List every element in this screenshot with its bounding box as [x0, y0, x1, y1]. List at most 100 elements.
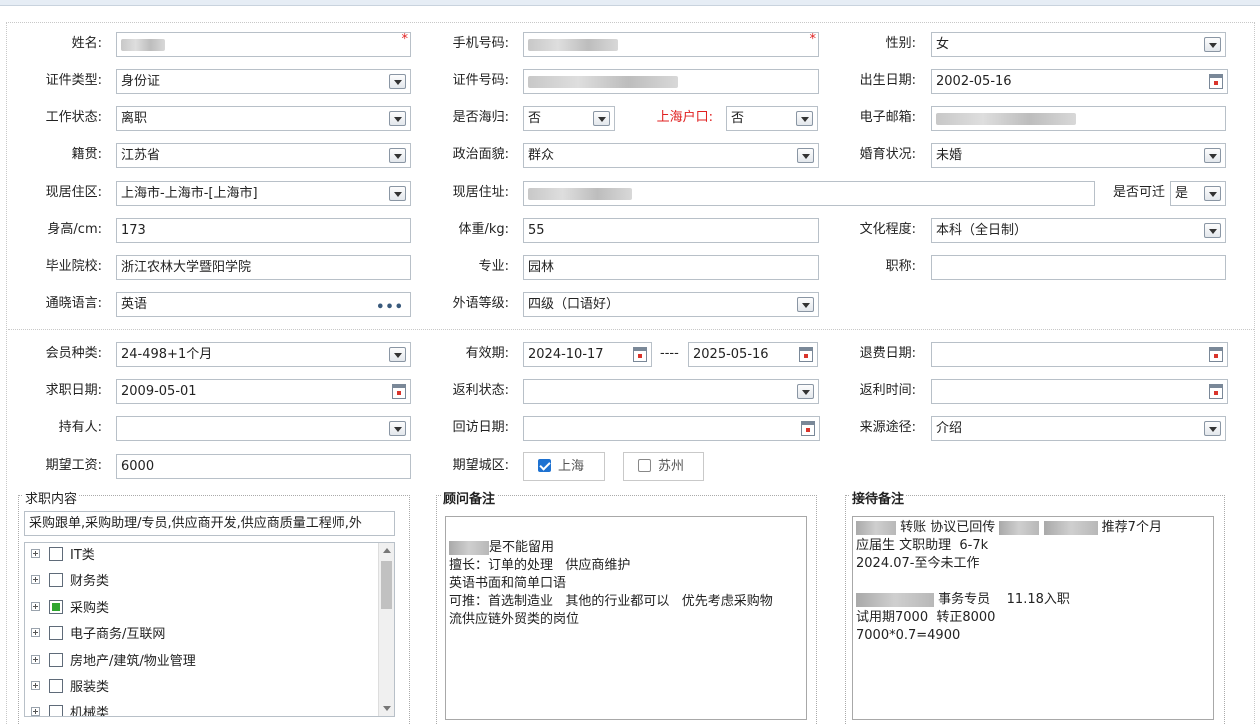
language-level-select[interactable]: 四级（口语好）: [523, 292, 819, 317]
chevron-down-icon[interactable]: [1204, 421, 1221, 436]
valid-to-field[interactable]: 2025-05-16: [688, 342, 818, 367]
date-range-separator: ----: [660, 346, 679, 361]
calendar-icon[interactable]: [392, 384, 406, 399]
gender-select[interactable]: 女: [931, 32, 1226, 57]
title-field[interactable]: [931, 255, 1226, 280]
checkbox-unchecked-icon[interactable]: [49, 679, 63, 693]
chevron-down-icon[interactable]: [797, 297, 814, 312]
chevron-down-icon[interactable]: [797, 148, 814, 163]
expand-icon[interactable]: [31, 575, 40, 584]
checkbox-unchecked-icon[interactable]: [638, 459, 651, 472]
calendar-icon[interactable]: [799, 347, 813, 362]
rebate-status-select[interactable]: [523, 379, 819, 404]
more-dots-icon[interactable]: •••: [376, 296, 404, 316]
redacted-text: [528, 38, 618, 51]
work-status-select[interactable]: 离职: [116, 106, 411, 131]
tree-item-apparel[interactable]: 服装类: [31, 679, 109, 697]
holder-select[interactable]: [116, 416, 411, 441]
expand-icon[interactable]: [31, 707, 40, 716]
reception-note-line: 2024.07-至今未工作: [856, 556, 980, 571]
relocate-select[interactable]: 是: [1170, 181, 1226, 206]
chevron-down-icon[interactable]: [1204, 223, 1221, 238]
tree-item-realestate[interactable]: 房地产/建筑/物业管理: [31, 653, 196, 671]
calendar-icon[interactable]: [1209, 74, 1223, 89]
checkbox-partial-icon[interactable]: [49, 600, 63, 614]
job-date-field[interactable]: 2009-05-01: [116, 379, 411, 404]
native-place-select[interactable]: 江苏省: [116, 143, 411, 168]
source-select[interactable]: 介绍: [931, 416, 1226, 441]
height-field[interactable]: 173: [116, 218, 411, 243]
rebate-time-field[interactable]: [931, 379, 1228, 404]
chevron-down-icon[interactable]: [1204, 37, 1221, 52]
residence-area-select[interactable]: 上海市-上海市-[上海市]: [116, 181, 411, 206]
checkbox-unchecked-icon[interactable]: [49, 626, 63, 640]
visit-date-field[interactable]: [523, 416, 820, 441]
city-option-shanghai[interactable]: 上海: [523, 452, 605, 481]
chevron-down-icon[interactable]: [1204, 186, 1221, 201]
tree-item-machinery[interactable]: 机械类: [31, 705, 109, 716]
chevron-down-icon[interactable]: [593, 111, 610, 126]
chevron-down-icon[interactable]: [796, 111, 813, 126]
reception-note-line: 转账 协议已回传: [896, 520, 1000, 535]
expand-icon[interactable]: [31, 655, 40, 664]
school-field[interactable]: 浙江农林大学暨阳学院: [116, 255, 411, 280]
chevron-down-icon[interactable]: [389, 421, 406, 436]
returnee-select[interactable]: 否: [523, 106, 615, 131]
expand-icon[interactable]: [31, 628, 40, 637]
chevron-down-icon[interactable]: [797, 384, 814, 399]
checkbox-unchecked-icon[interactable]: [49, 573, 63, 587]
reception-notes-textarea[interactable]: 转账 协议已回传 推荐7个月 应届生 文职助理 6-7k 2024.07-至今未…: [852, 516, 1214, 720]
phone-field[interactable]: *: [523, 32, 819, 57]
job-content-summary-field[interactable]: 采购跟单,采购助理/专员,供应商开发,供应商质量工程师,外: [24, 511, 395, 536]
valid-from-field[interactable]: 2024-10-17: [523, 342, 652, 367]
major-field[interactable]: 园林: [523, 255, 819, 280]
chevron-down-icon[interactable]: [389, 186, 406, 201]
checkbox-checked-icon[interactable]: [538, 459, 551, 472]
checkbox-unchecked-icon[interactable]: [49, 653, 63, 667]
scroll-up-icon[interactable]: [383, 548, 391, 553]
tree-scrollbar[interactable]: [378, 543, 394, 716]
redacted-text: [856, 592, 934, 607]
name-field[interactable]: *: [116, 32, 411, 57]
political-status-select[interactable]: 群众: [523, 143, 819, 168]
sh-hukou-select[interactable]: 否: [726, 106, 818, 131]
calendar-icon[interactable]: [1209, 384, 1223, 399]
chevron-down-icon[interactable]: [389, 111, 406, 126]
expand-icon[interactable]: [31, 602, 40, 611]
scrollbar-thumb[interactable]: [381, 561, 392, 609]
redacted-text: [121, 38, 165, 51]
expected-salary-field[interactable]: 6000: [116, 454, 411, 479]
job-category-tree[interactable]: IT类 财务类 采购类 电子商务/互联网 房地产/建筑/物业管理 服装类 机械类: [24, 542, 395, 717]
tree-item-ecommerce[interactable]: 电子商务/互联网: [31, 626, 165, 644]
city-option-suzhou[interactable]: 苏州: [623, 452, 704, 481]
email-field[interactable]: [931, 106, 1226, 131]
language-field[interactable]: 英语 •••: [116, 292, 411, 317]
scroll-down-icon[interactable]: [383, 706, 391, 711]
education-select[interactable]: 本科（全日制）: [931, 218, 1226, 243]
residence-area-value: 上海市-上海市-[上海市]: [121, 186, 258, 201]
tree-item-finance[interactable]: 财务类: [31, 573, 109, 591]
marital-status-select[interactable]: 未婚: [931, 143, 1226, 168]
member-type-select[interactable]: 24-498+1个月: [116, 342, 411, 367]
id-number-field[interactable]: [523, 69, 819, 94]
redacted-text: [1043, 520, 1098, 535]
calendar-icon[interactable]: [801, 421, 815, 436]
chevron-down-icon[interactable]: [389, 74, 406, 89]
chevron-down-icon[interactable]: [389, 347, 406, 362]
calendar-icon[interactable]: [1209, 347, 1223, 362]
refund-date-field[interactable]: [931, 342, 1228, 367]
weight-field[interactable]: 55: [523, 218, 819, 243]
id-type-select[interactable]: 身份证: [116, 69, 411, 94]
expand-icon[interactable]: [31, 549, 40, 558]
chevron-down-icon[interactable]: [389, 148, 406, 163]
birth-date-field[interactable]: 2002-05-16: [931, 69, 1228, 94]
checkbox-unchecked-icon[interactable]: [49, 705, 63, 716]
residence-address-field[interactable]: [523, 181, 1095, 206]
chevron-down-icon[interactable]: [1204, 148, 1221, 163]
calendar-icon[interactable]: [633, 347, 647, 362]
tree-item-purchasing[interactable]: 采购类: [31, 600, 109, 618]
tree-item-it[interactable]: IT类: [31, 547, 95, 565]
expand-icon[interactable]: [31, 681, 40, 690]
checkbox-unchecked-icon[interactable]: [49, 547, 63, 561]
advisor-notes-textarea[interactable]: 是不能留用 擅长：订单的处理 供应商维护 英语书面和简单口语 可推：首选制造业 …: [445, 516, 807, 720]
